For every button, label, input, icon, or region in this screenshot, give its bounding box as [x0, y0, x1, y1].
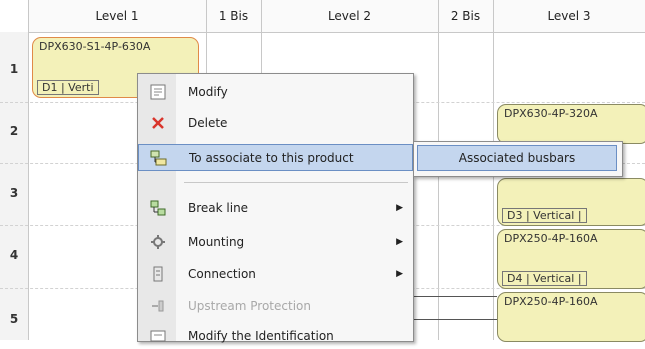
busbar-line [413, 296, 497, 297]
menu-item-label: Connection [188, 266, 256, 281]
context-menu: Modify Delete To associate to this produ… [137, 73, 414, 343]
mounting-icon [149, 233, 167, 251]
menu-item-label: To associate to this product [189, 150, 354, 165]
menu-separator [184, 182, 408, 183]
associate-submenu: Associated busbars [413, 141, 623, 177]
row-number: 1 [9, 62, 19, 76]
product-block[interactable]: DPX630-4P-320A [497, 104, 645, 144]
column-header-level-1[interactable]: Level 1 [28, 0, 206, 33]
product-name: DPX630-4P-320A [504, 107, 598, 120]
product-name: DPX250-4P-160A [504, 232, 598, 245]
menu-item-label: Delete [188, 115, 228, 130]
submenu-item-associated-busbars[interactable]: Associated busbars [417, 145, 617, 171]
column-header-1-bis[interactable]: 1 Bis [206, 0, 261, 33]
associate-icon [150, 149, 168, 167]
row-number: 5 [9, 312, 19, 326]
menu-item-label: Modify the Identification [188, 328, 334, 343]
product-block[interactable]: DPX250-4P-160A D4 | Vertical | [497, 229, 645, 289]
modify-icon [149, 83, 167, 101]
break-line-icon [149, 199, 167, 217]
menu-item-associate[interactable]: To associate to this product [138, 144, 413, 171]
column-divider [28, 0, 29, 340]
column-header-level-3[interactable]: Level 3 [493, 0, 645, 33]
submenu-arrow-icon: ▶ [396, 236, 403, 247]
submenu-arrow-icon: ▶ [396, 202, 403, 213]
product-block[interactable]: DPX250-4P-160A [497, 292, 645, 342]
column-header-2-bis[interactable]: 2 Bis [438, 0, 493, 33]
delete-icon [149, 114, 167, 132]
busbar-line [413, 319, 497, 320]
menu-item-label: Mounting [188, 234, 245, 249]
identification-icon [149, 327, 167, 345]
product-block[interactable]: D3 | Vertical | [497, 178, 645, 226]
product-device-label: D1 | Verti [37, 80, 99, 95]
menu-item-modify[interactable]: Modify [138, 78, 413, 105]
column-header-level-2[interactable]: Level 2 [261, 0, 438, 33]
row-number: 4 [9, 248, 19, 262]
menu-item-connection[interactable]: Connection ▶ [138, 260, 413, 287]
menu-item-label: Upstream Protection [188, 298, 311, 313]
row-number: 3 [9, 186, 19, 200]
product-device-label: D4 | Vertical | [502, 271, 587, 286]
menu-item-break-line[interactable]: Break line ▶ [138, 194, 413, 221]
menu-item-modify-identification[interactable]: Modify the Identification [138, 322, 413, 349]
product-device-label: D3 | Vertical | [502, 208, 587, 223]
row-number: 2 [9, 124, 19, 138]
menu-item-mounting[interactable]: Mounting ▶ [138, 228, 413, 255]
product-name: DPX250-4P-160A [504, 295, 598, 308]
submenu-arrow-icon: ▶ [396, 268, 403, 279]
menu-item-label: Break line [188, 200, 249, 215]
product-name: DPX630-S1-4P-630A [39, 40, 151, 53]
menu-item-delete[interactable]: Delete [138, 109, 413, 136]
menu-item-upstream-protection: Upstream Protection [138, 292, 413, 319]
menu-item-label: Modify [188, 84, 228, 99]
connection-icon [149, 265, 167, 283]
upstream-protection-icon [149, 297, 167, 315]
